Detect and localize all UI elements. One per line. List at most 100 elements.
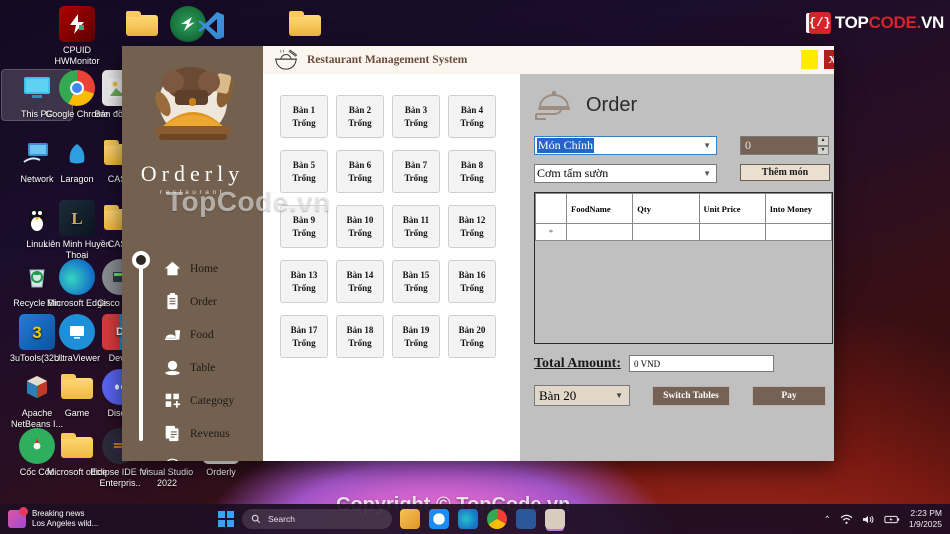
table-button-name: Bàn 14 xyxy=(346,269,374,280)
table-button-status: Trống xyxy=(460,117,484,128)
news-text: Breaking news Los Angeles wild... xyxy=(32,509,98,529)
grid-column-header[interactable]: FoodName xyxy=(565,193,634,224)
table-button-status: Trống xyxy=(404,172,428,183)
table-select-combobox[interactable]: Bàn 20 ▼ xyxy=(534,385,630,406)
table-button-7[interactable]: Bàn 7 Trống xyxy=(392,150,440,193)
table-button-9[interactable]: Bàn 9 Trống xyxy=(280,205,328,248)
table-button-19[interactable]: Bàn 19 Trống xyxy=(392,315,440,358)
window-controls: _ X xyxy=(801,50,834,69)
table-button-8[interactable]: Bàn 8 Trống xyxy=(448,150,496,193)
table-button-10[interactable]: Bàn 10 Trống xyxy=(336,205,384,248)
stepper-buttons: ▲ ▼ xyxy=(817,136,829,155)
order-header: Order xyxy=(534,88,833,122)
category-row: Món Chính ▼ 0 ▲ ▼ xyxy=(534,136,833,155)
grid-column-header[interactable]: Unit Price xyxy=(698,193,766,224)
table-button-name: Bàn 13 xyxy=(290,269,318,280)
grid-cell[interactable]: * xyxy=(535,223,567,241)
close-button[interactable]: X xyxy=(824,50,834,69)
sidebar-item-account[interactable]: Account xyxy=(164,450,263,461)
taskbar-app-edge[interactable] xyxy=(458,509,478,529)
table-button-16[interactable]: Bàn 16 Trống xyxy=(448,260,496,303)
table-button-name: Bàn 6 xyxy=(348,159,372,170)
taskbar-app-orderly[interactable] xyxy=(545,509,565,529)
order-items-grid[interactable]: FoodName Qty Unit Price Into Money * xyxy=(534,192,833,344)
stepper-down-button[interactable]: ▼ xyxy=(817,145,829,155)
start-button[interactable] xyxy=(218,511,234,527)
table-button-status: Trống xyxy=(348,337,372,348)
table-button-17[interactable]: Bàn 17 Trống xyxy=(280,315,328,358)
table-button-6[interactable]: Bàn 6 Trống xyxy=(336,150,384,193)
logo-subtitle: restaurant xyxy=(159,189,226,196)
grid-column-header[interactable]: Qty xyxy=(632,193,700,224)
table-button-18[interactable]: Bàn 18 Trống xyxy=(336,315,384,358)
menu-rail-knob[interactable] xyxy=(132,251,150,269)
grid-column-header[interactable] xyxy=(535,193,567,224)
food-combobox[interactable]: Cơm tấm sườn ▼ xyxy=(534,164,717,183)
table-body: * xyxy=(535,223,832,241)
sidebar-item-food[interactable]: Food xyxy=(164,318,263,351)
table-button-status: Trống xyxy=(292,337,316,348)
grid-cell[interactable] xyxy=(764,223,832,241)
table-button-12[interactable]: Bàn 12 Trống xyxy=(448,205,496,248)
stepper-up-button[interactable]: ▲ xyxy=(817,136,829,146)
add-food-button[interactable]: Thêm món xyxy=(740,164,830,181)
table-button-name: Bàn 15 xyxy=(402,269,430,280)
table-button-status: Trống xyxy=(348,172,372,183)
search-input[interactable]: Search xyxy=(242,509,392,529)
grid-cell[interactable] xyxy=(565,223,634,241)
news-widget[interactable]: Breaking news Los Angeles wild... xyxy=(0,507,200,529)
table-button-2[interactable]: Bàn 2 Trống xyxy=(336,95,384,138)
table-button-5[interactable]: Bàn 5 Trống xyxy=(280,150,328,193)
table-button-20[interactable]: Bàn 20 Trống xyxy=(448,315,496,358)
sidebar-item-table[interactable]: Table xyxy=(164,351,263,384)
table-button-status: Trống xyxy=(348,227,372,238)
taskbar-app-explorer[interactable] xyxy=(400,509,420,529)
taskbar-app-zalo[interactable] xyxy=(429,509,449,529)
minimize-button[interactable]: _ xyxy=(801,50,818,69)
app-logo: Orderly restaurant xyxy=(122,46,263,196)
table-button-4[interactable]: Bàn 4 Trống xyxy=(448,95,496,138)
app-title: Restaurant Management System xyxy=(307,54,468,66)
category-combobox[interactable]: Món Chính ▼ xyxy=(534,136,717,155)
table-button-status: Trống xyxy=(348,282,372,293)
system-tray: ⌃ 2:23 PM 1/9/2025 xyxy=(824,508,942,530)
grid-column-header[interactable]: Into Money xyxy=(764,193,832,224)
pay-button[interactable]: Pay xyxy=(752,385,826,406)
clock-date: 1/9/2025 xyxy=(908,519,942,529)
table-button-15[interactable]: Bàn 15 Trống xyxy=(392,260,440,303)
sidebar-item-order[interactable]: Order xyxy=(164,285,263,318)
switch-tables-button[interactable]: Switch Tables xyxy=(652,385,730,406)
table-button-row: Bàn 17 Trống Bàn 18 Trống Bàn 19 Trống Bàn 20 T… xyxy=(280,315,520,358)
table-button-14[interactable]: Bàn 14 Trống xyxy=(336,260,384,303)
app-body: Bàn 1 Trống Bàn 2 Trống Bàn 3 Trống Bàn 4 Trống… xyxy=(263,74,834,461)
sidebar-item-categogy[interactable]: Categogy xyxy=(164,384,263,417)
total-amount-field[interactable]: 0 VND xyxy=(629,355,775,372)
battery-icon[interactable] xyxy=(884,514,900,525)
table-button-status: Trống xyxy=(404,117,428,128)
app-titlebar: Restaurant Management System _ X xyxy=(263,46,834,74)
volume-icon[interactable] xyxy=(862,514,875,525)
table-row[interactable]: * xyxy=(535,223,832,241)
grid-cell[interactable] xyxy=(698,223,766,241)
sidebar-item-label: Revenus xyxy=(190,427,230,440)
account-icon xyxy=(164,458,181,461)
table-button-11[interactable]: Bàn 11 Trống xyxy=(392,205,440,248)
table-button-status: Trống xyxy=(460,282,484,293)
tray-chevron-icon[interactable]: ⌃ xyxy=(824,514,831,525)
desktop-icon-cpuid-hwmonitor[interactable]: CPUID HWMonitor xyxy=(42,6,112,67)
table-button-status: Trống xyxy=(404,227,428,238)
clock[interactable]: 2:23 PM 1/9/2025 xyxy=(909,508,942,530)
wifi-icon[interactable] xyxy=(840,514,853,525)
table-button-status: Trống xyxy=(292,227,316,238)
taskbar-app-chrome[interactable] xyxy=(487,509,507,529)
sidebar-item-revenus[interactable]: Revenus xyxy=(164,417,263,450)
table-button-13[interactable]: Bàn 13 Trống xyxy=(280,260,328,303)
topcode-logo-vn: VN xyxy=(920,13,944,32)
quantity-stepper[interactable]: 0 ▲ ▼ xyxy=(740,136,829,155)
table-button-3[interactable]: Bàn 3 Trống xyxy=(392,95,440,138)
sidebar-item-home[interactable]: Home xyxy=(164,252,263,285)
table-button-row: Bàn 9 Trống Bàn 10 Trống Bàn 11 Trống Bàn 12 Tr… xyxy=(280,205,520,248)
grid-cell[interactable] xyxy=(632,223,700,241)
table-button-1[interactable]: Bàn 1 Trống xyxy=(280,95,328,138)
taskbar-app-word[interactable] xyxy=(516,509,536,529)
